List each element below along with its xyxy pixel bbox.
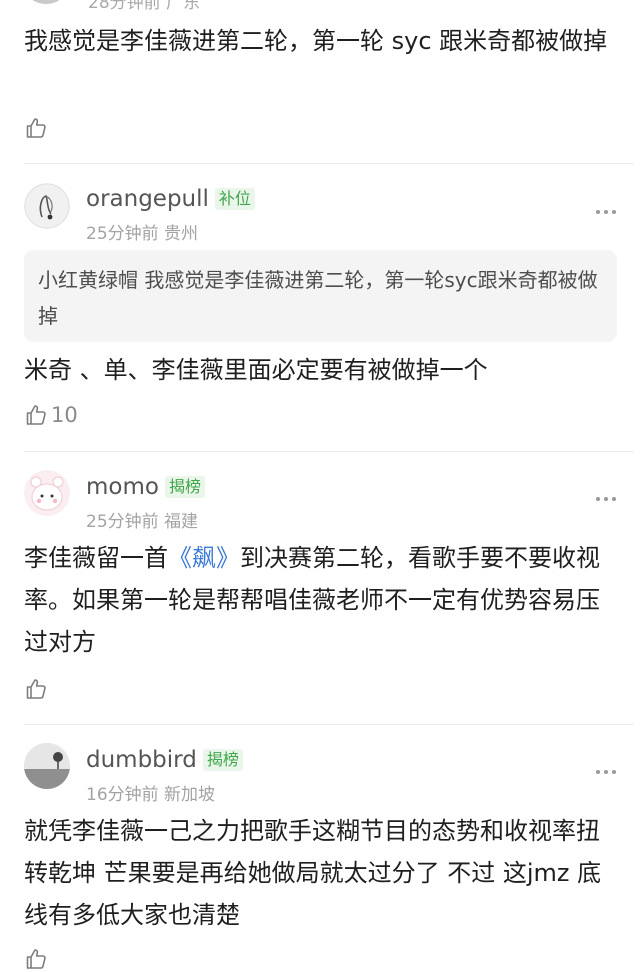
divider: [24, 163, 634, 164]
avatar[interactable]: [24, 183, 70, 229]
more-dots-icon[interactable]: [596, 770, 616, 774]
thumbs-up-icon: [26, 118, 46, 138]
divider: [24, 451, 634, 452]
comment-meta: 28分钟前 广东: [88, 0, 201, 13]
like-button[interactable]: [24, 115, 51, 141]
username[interactable]: dumbbird 揭榜: [86, 747, 243, 773]
comment-text: 就凭李佳薇一己之力把歌手这糊节目的态势和收视率扭转乾坤 芒果要是再给她做局就太过…: [24, 817, 602, 929]
comment-meta: 16分钟前 新加坡: [86, 780, 215, 805]
comment-meta: 25分钟前 福建: [86, 507, 198, 532]
like-button[interactable]: [24, 946, 51, 972]
comment-text: 米奇 、单、李佳薇里面必定要有被做掉一个: [24, 356, 488, 384]
like-button[interactable]: 10: [24, 402, 78, 428]
comment-text: 李佳薇留一首《飙》到决赛第二轮，看歌手要不要收视率。如果第一轮是帮帮唱佳薇老师不…: [24, 537, 622, 663]
divider: [24, 724, 634, 725]
comment-location: 贵州: [164, 224, 199, 244]
comment-text-part: 李佳薇留一首: [24, 544, 168, 572]
user-badge: 揭榜: [202, 749, 243, 771]
comment-time: 25分钟前: [86, 224, 159, 244]
avatar[interactable]: [24, 470, 70, 516]
comment-text: 我感觉是李佳薇进第二轮，第一轮 syc 跟米奇都被做掉: [24, 27, 608, 55]
comment-location: 福建: [164, 512, 199, 532]
quoted-comment[interactable]: 小红黄绿帽 我感觉是李佳薇进第二轮，第一轮syc跟米奇都被做掉: [24, 250, 617, 342]
comment-location: 新加坡: [164, 785, 216, 805]
more-dots-icon[interactable]: [596, 210, 616, 214]
user-badge: 补位: [214, 188, 255, 210]
comment-time: 16分钟前: [86, 785, 159, 805]
avatar[interactable]: [26, 0, 66, 4]
user-badge: 揭榜: [164, 476, 205, 498]
more-dots-icon[interactable]: [596, 497, 616, 501]
thumbs-up-icon: [26, 405, 46, 425]
username[interactable]: momo 揭榜: [86, 474, 205, 500]
thumbs-up-icon: [26, 949, 46, 969]
quote-author[interactable]: 小红黄绿帽: [38, 268, 138, 292]
like-count: 10: [51, 403, 78, 427]
thumbs-up-icon: [26, 679, 46, 699]
username[interactable]: orangepull 补位: [86, 186, 255, 212]
comment-time: 25分钟前: [86, 512, 159, 532]
song-title-link[interactable]: 《飙》: [168, 544, 240, 572]
username-text[interactable]: dumbbird: [86, 747, 197, 773]
like-button[interactable]: [24, 676, 51, 702]
username-text[interactable]: orangepull: [86, 186, 209, 212]
avatar[interactable]: [24, 743, 70, 789]
username-text[interactable]: momo: [86, 474, 159, 500]
comment-meta: 25分钟前 贵州: [86, 219, 198, 244]
